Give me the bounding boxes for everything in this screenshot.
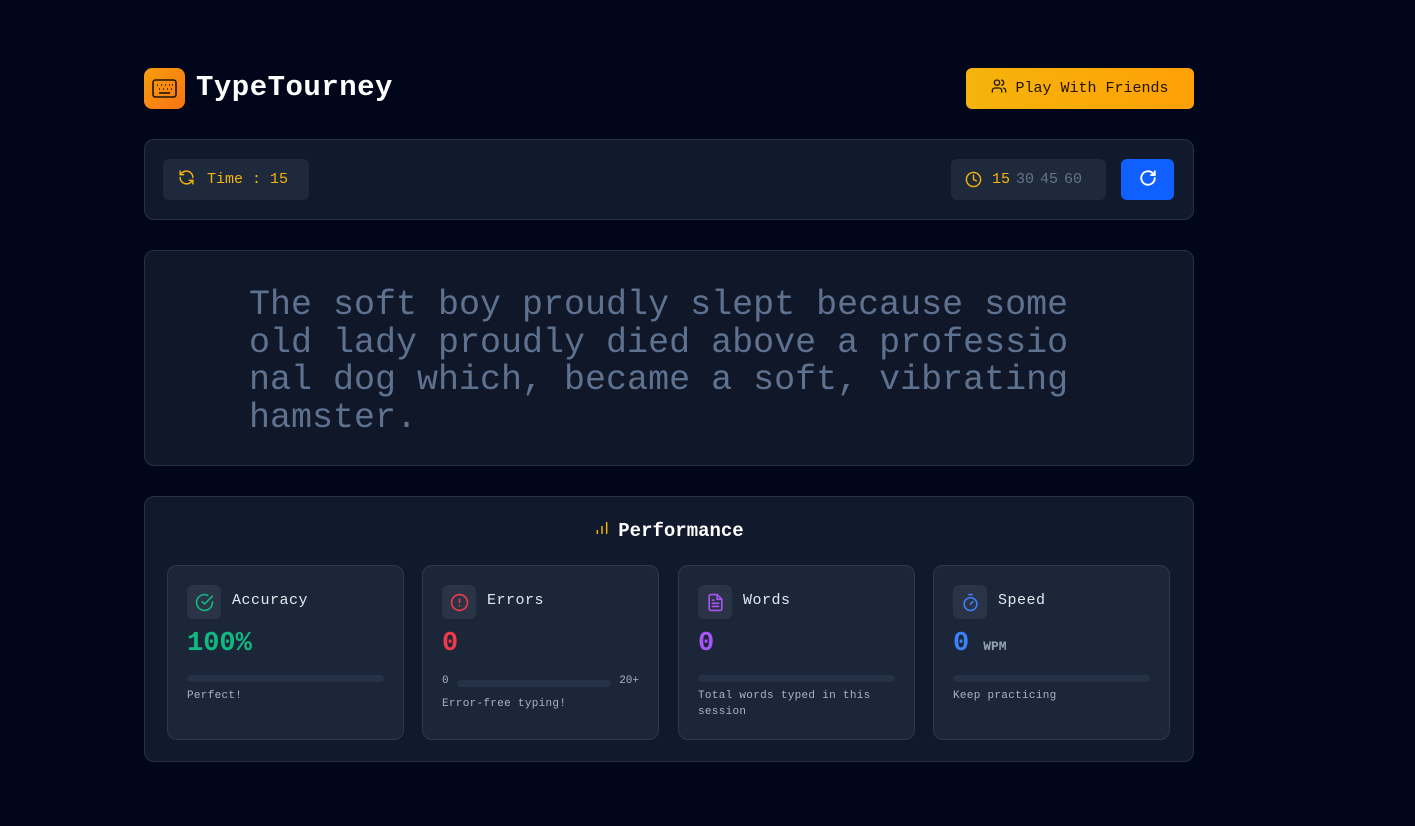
performance-panel: Performance Accuracy 100% Perfect! Error… xyxy=(144,496,1194,762)
errors-scale-max: 20+ xyxy=(619,675,639,687)
speed-note: Keep practicing xyxy=(953,690,1057,702)
accuracy-label: Accuracy xyxy=(232,592,309,609)
file-text-icon xyxy=(698,585,732,619)
errors-label: Errors xyxy=(487,592,545,609)
play-with-friends-button[interactable]: Play With Friends xyxy=(966,68,1194,109)
header: TypeTourney Play With Friends xyxy=(144,68,1194,109)
passage-text: The soft boy proudly slept because some … xyxy=(249,285,1069,438)
check-circle-icon xyxy=(187,585,221,619)
restart-button[interactable] xyxy=(1121,159,1174,200)
speed-label: Speed xyxy=(998,592,1046,609)
words-card: Words 0 Total words typed in this sessio… xyxy=(678,565,915,740)
timer-icon xyxy=(953,585,987,619)
duration-option-60[interactable]: 60 xyxy=(1064,171,1082,188)
words-value: 0 xyxy=(698,629,715,659)
errors-value: 0 xyxy=(442,629,459,659)
errors-bar xyxy=(456,679,612,687)
bar-chart-icon xyxy=(594,520,610,542)
play-with-friends-label: Play With Friends xyxy=(1015,80,1169,97)
clock-icon xyxy=(965,171,982,188)
speed-bar xyxy=(953,675,1150,682)
alert-circle-icon xyxy=(442,585,476,619)
typing-panel[interactable]: The soft boy proudly slept because some … xyxy=(144,250,1194,466)
speed-card: Speed 0 WPM Keep practicing xyxy=(933,565,1170,740)
performance-heading: Performance xyxy=(145,520,1193,542)
errors-note: Error-free typing! xyxy=(442,698,567,710)
brand-title: TypeTourney xyxy=(196,71,393,104)
duration-selector: 15 30 45 60 xyxy=(951,159,1106,200)
errors-card: Errors 0 0 20+ Error-free typing! xyxy=(422,565,659,740)
speed-unit: WPM xyxy=(983,639,1007,654)
duration-option-15[interactable]: 15 xyxy=(992,171,1010,188)
accuracy-bar xyxy=(187,675,384,682)
words-note: Total words typed in this session xyxy=(698,690,871,718)
words-bar xyxy=(698,675,895,682)
accuracy-card: Accuracy 100% Perfect! xyxy=(167,565,404,740)
errors-scale: 0 20+ xyxy=(442,675,639,687)
accuracy-note: Perfect! xyxy=(187,690,243,702)
duration-option-30[interactable]: 30 xyxy=(1016,171,1034,188)
errors-scale-min: 0 xyxy=(442,675,449,687)
accuracy-value: 100% xyxy=(187,629,252,659)
control-bar: Time : 15 15 30 45 60 xyxy=(144,139,1194,220)
duration-option-45[interactable]: 45 xyxy=(1040,171,1058,188)
speed-value: 0 xyxy=(953,629,970,659)
restart-icon xyxy=(1139,169,1157,190)
time-indicator: Time : 15 xyxy=(163,159,309,200)
words-label: Words xyxy=(743,592,791,609)
users-icon xyxy=(991,78,1007,99)
time-label: Time : 15 xyxy=(207,171,289,188)
refresh-icon xyxy=(178,169,195,191)
keyboard-icon xyxy=(144,68,185,109)
speed-value-row: 0 WPM xyxy=(953,629,1007,659)
performance-title: Performance xyxy=(618,520,744,542)
